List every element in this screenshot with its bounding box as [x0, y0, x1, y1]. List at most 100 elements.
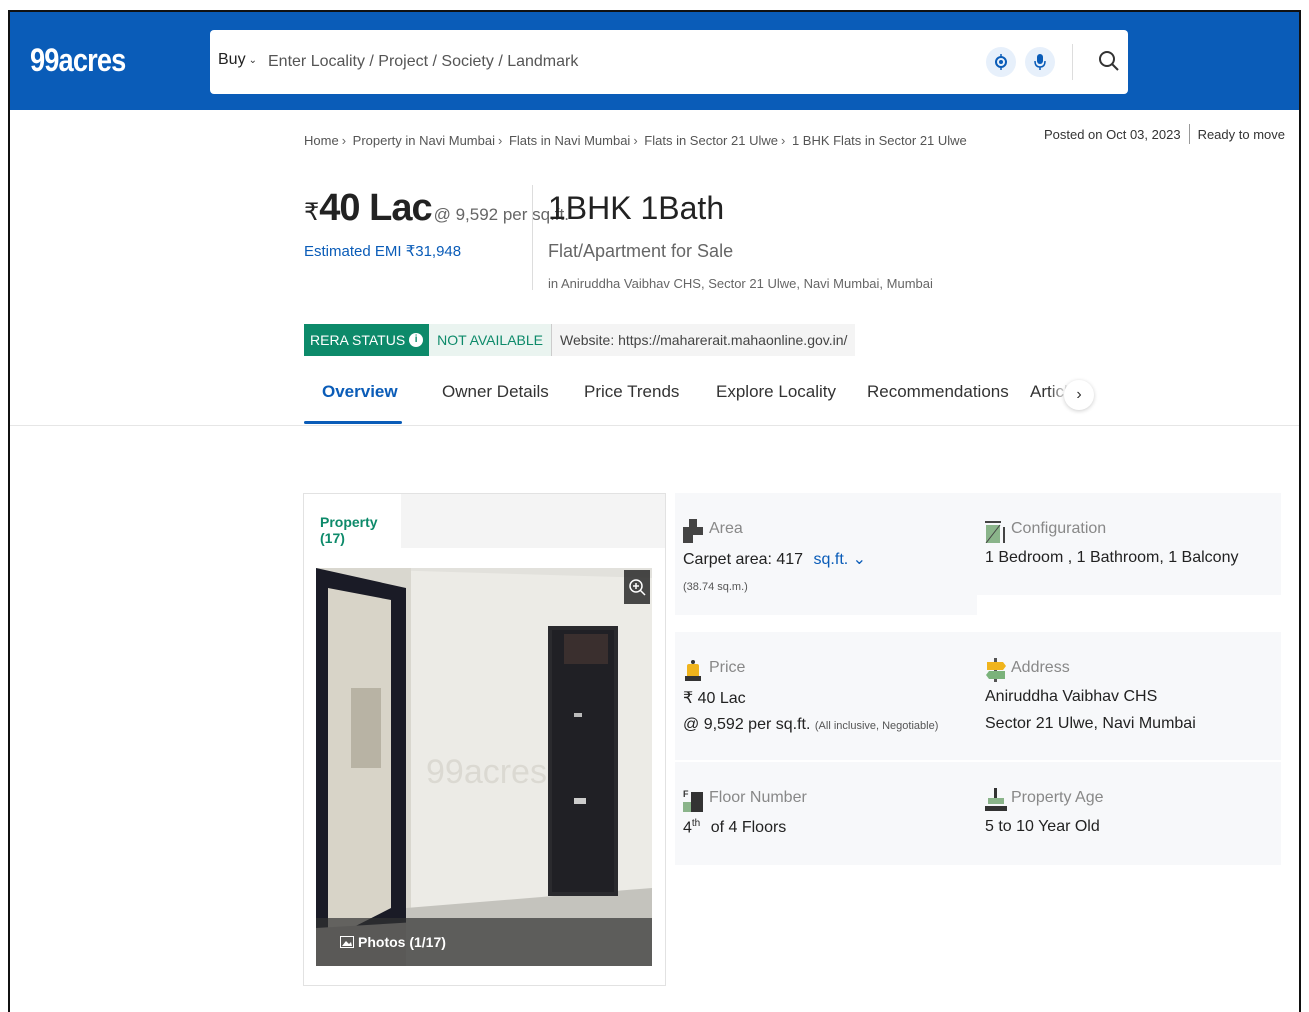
chevron-right-icon: ›: [1076, 386, 1082, 403]
price: ₹ 40 Lac @ 9,592 per sq.ft.: [304, 187, 569, 230]
area-unit: sq.ft.: [813, 551, 849, 568]
property-age-label: Property Age: [1011, 789, 1104, 806]
area-value: Carpet area: 417: [683, 551, 804, 568]
zoom-in-icon: [629, 579, 646, 596]
possession-status: Ready to move: [1197, 126, 1285, 142]
breadcrumb-separator: ›: [780, 133, 786, 148]
search-input[interactable]: [268, 48, 968, 76]
image-icon: [340, 936, 354, 948]
meta-divider: [1188, 124, 1190, 144]
price-block: ₹ 40 Lac @ 9,592 per sq.ft. Estimated EM…: [304, 187, 569, 260]
active-tab-indicator: [304, 421, 402, 424]
posted-date: Posted on Oct 03, 2023: [1043, 126, 1181, 142]
price-detail-value: ₹ 40 Lac: [683, 690, 746, 707]
microphone-icon: [1034, 54, 1046, 70]
site-logo[interactable]: 99acres: [30, 42, 126, 79]
floor-label: Floor Number: [709, 789, 807, 806]
rera-label: RERA STATUS: [310, 332, 406, 348]
price-detail-sqft: @ 9,592 per sq.ft.: [683, 716, 811, 733]
breadcrumb-flats-navi-mumbai[interactable]: Flats in Navi Mumbai: [509, 133, 630, 148]
breadcrumb-separator: ›: [497, 133, 503, 148]
area-unit-dropdown[interactable]: sq.ft. ⌄: [814, 551, 867, 568]
emi-link[interactable]: Estimated EMI ₹31,948: [304, 242, 569, 260]
page-frame: 99acres Buy ⌄ Posted on Oct 03, 2023 Rea…: [8, 10, 1301, 1012]
detail-address: Address Aniruddha Vaibhav CHS Sector 21 …: [977, 632, 1281, 760]
voice-search-button[interactable]: [1025, 47, 1055, 77]
configuration-label: Configuration: [1011, 520, 1107, 537]
signpost-icon: [986, 658, 1006, 682]
property-photo[interactable]: 99acres Photos (1/17): [316, 568, 652, 966]
search-divider: [1072, 44, 1073, 80]
listing-type: Flat/Apartment for Sale: [548, 241, 734, 261]
config-block: 1BHK 1Bath Flat/Apartment for Sale in An…: [548, 190, 933, 291]
site-header: 99acres Buy ⌄: [10, 12, 1299, 110]
detail-property-age: Property Age 5 to 10 Year Old: [977, 762, 1281, 865]
configuration-icon: [985, 521, 1005, 543]
area-icon: [683, 519, 703, 543]
tab-overview[interactable]: Overview: [322, 382, 398, 402]
location-button[interactable]: [986, 47, 1016, 77]
rera-badge: RERA STATUS i: [304, 324, 430, 356]
room-photo-illustration: 99acres: [316, 568, 652, 966]
breadcrumb-home[interactable]: Home: [304, 133, 339, 148]
address-line-1: Aniruddha Vaibhav CHS: [985, 688, 1158, 705]
address-line-2: Sector 21 Ulwe, Navi Mumbai: [985, 715, 1196, 732]
property-age-icon: [985, 788, 1007, 811]
floor-value-row: 4th of 4 Floors: [683, 818, 786, 837]
section-tabs: Overview Owner Details Price Trends Expl…: [304, 372, 1104, 424]
area-value-row: Carpet area: 417 sq.ft. ⌄: [683, 549, 866, 569]
floor-number: 4: [683, 819, 692, 837]
price-divider: [532, 185, 533, 290]
breadcrumb-property-navi-mumbai[interactable]: Property in Navi Mumbai: [353, 133, 495, 148]
photos-count-bar[interactable]: Photos (1/17): [316, 918, 652, 966]
tabs-scroll-right-button[interactable]: ›: [1064, 380, 1094, 410]
chevron-down-icon: ⌄: [852, 551, 867, 568]
tab-recommendations[interactable]: Recommendations: [867, 382, 1009, 402]
breadcrumb-separator: ›: [341, 133, 347, 148]
chevron-down-icon: ⌄: [248, 54, 257, 66]
price-detail-sqft-row: @ 9,592 per sq.ft. (All inclusive, Negot…: [683, 716, 938, 734]
price-detail-note: (All inclusive, Negotiable): [814, 720, 939, 732]
detail-price: Price ₹ 40 Lac @ 9,592 per sq.ft. (All i…: [675, 632, 977, 760]
tab-price-trends[interactable]: Price Trends: [584, 382, 679, 402]
floor-suffix: th: [691, 818, 701, 829]
breadcrumb-flats-sector-21[interactable]: Flats in Sector 21 Ulwe: [644, 133, 778, 148]
search-bar: Buy ⌄: [210, 30, 1128, 94]
detail-configuration: Configuration 1 Bedroom , 1 Bathroom, 1 …: [977, 493, 1281, 595]
search-button[interactable]: [1094, 44, 1124, 78]
detail-floor: F Floor Number 4th of 4 Floors: [675, 762, 977, 865]
photo-gallery: Property (17) 99acres Photos (1/17): [303, 493, 666, 986]
rera-status-bar: RERA STATUS i NOT AVAILABLE Website: htt…: [304, 324, 856, 356]
watermark-logo: 99acres: [426, 753, 547, 791]
rera-website[interactable]: Website: https://maharerait.mahaonline.g…: [551, 324, 856, 356]
listing-meta: Posted on Oct 03, 2023 Ready to move: [1044, 124, 1285, 144]
price-tag-icon: [685, 660, 701, 681]
search-icon: [1099, 51, 1119, 71]
rupee-symbol: ₹: [304, 199, 320, 226]
svg-text:F: F: [683, 789, 689, 799]
configuration-value: 1 Bedroom , 1 Bathroom, 1 Balcony: [985, 549, 1239, 566]
buy-dropdown[interactable]: Buy ⌄: [218, 51, 257, 69]
info-icon[interactable]: i: [409, 333, 424, 347]
floor-icon: F: [683, 789, 703, 812]
address-label: Address: [1011, 659, 1070, 676]
listing-title: 1BHK 1Bath: [548, 190, 725, 226]
tab-owner-details[interactable]: Owner Details: [442, 382, 549, 402]
breadcrumb-separator: ›: [633, 133, 638, 148]
breadcrumb: Home › Property in Navi Mumbai › Flats in …: [304, 133, 967, 148]
buy-dropdown-label: Buy: [218, 51, 246, 68]
area-sqm: (38.74 sq.m.): [683, 581, 748, 593]
photos-count-label: Photos (1/17): [358, 934, 446, 950]
breadcrumb-1bhk-sector-21[interactable]: 1 BHK Flats in Sector 21 Ulwe: [792, 133, 967, 148]
price-value: 40 Lac: [319, 187, 432, 229]
location-target-icon: [995, 54, 1007, 70]
gallery-tabs: Property (17): [304, 494, 665, 548]
floor-total: of 4 Floors: [710, 819, 787, 837]
listing-location: in Aniruddha Vaibhav CHS, Sector 21 Ulwe…: [548, 276, 933, 291]
zoom-button[interactable]: [624, 570, 650, 604]
property-age-value: 5 to 10 Year Old: [985, 818, 1100, 835]
detail-area: Area Carpet area: 417 sq.ft. ⌄ (38.74 sq…: [675, 493, 977, 615]
tab-explore-locality[interactable]: Explore Locality: [716, 382, 836, 402]
gallery-tab-property[interactable]: Property (17): [304, 494, 401, 548]
rera-status-value: NOT AVAILABLE: [429, 324, 551, 356]
